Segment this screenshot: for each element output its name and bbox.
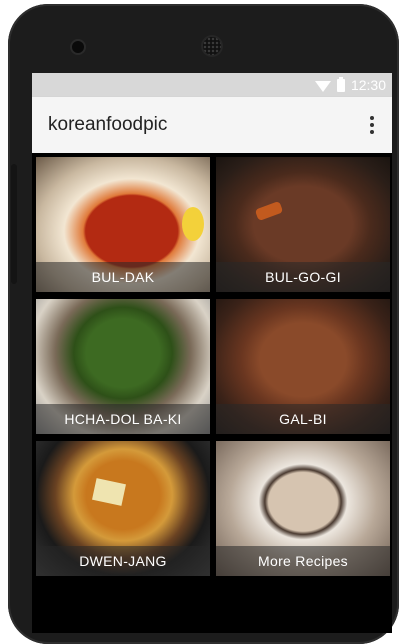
wifi-icon bbox=[314, 80, 331, 92]
tile-gal-bi[interactable]: GAL-BI bbox=[216, 299, 390, 434]
app-title: koreanfoodpic bbox=[48, 114, 168, 135]
tile-bul-go-gi[interactable]: BUL-GO-GI bbox=[216, 157, 390, 292]
tile-more-recipes[interactable]: More Recipes bbox=[216, 441, 390, 576]
tile-label: GAL-BI bbox=[216, 404, 390, 434]
recipe-grid: BUL-DAK BUL-GO-GI HCHA-DOL BA-KI GAL-BI … bbox=[32, 153, 392, 576]
tile-label: More Recipes bbox=[216, 546, 390, 576]
side-button bbox=[11, 164, 17, 284]
tile-label: DWEN-JANG bbox=[36, 546, 210, 576]
front-camera bbox=[72, 41, 84, 53]
tile-label: HCHA-DOL BA-KI bbox=[36, 404, 210, 434]
earpiece-speaker bbox=[203, 37, 221, 55]
screen: 12:30 koreanfoodpic BUL-DAK BUL-GO-GI HC… bbox=[32, 73, 392, 633]
status-time: 12:30 bbox=[350, 77, 386, 93]
tile-hcha-dol-ba-ki[interactable]: HCHA-DOL BA-KI bbox=[36, 299, 210, 434]
lemon-garnish bbox=[182, 207, 204, 241]
battery-icon bbox=[336, 76, 345, 92]
phone-frame: 12:30 koreanfoodpic BUL-DAK BUL-GO-GI HC… bbox=[8, 4, 399, 644]
status-bar: 12:30 bbox=[32, 73, 392, 97]
tile-label: BUL-DAK bbox=[36, 262, 210, 292]
tile-bul-dak[interactable]: BUL-DAK bbox=[36, 157, 210, 292]
tile-dwen-jang[interactable]: DWEN-JANG bbox=[36, 441, 210, 576]
carrot-garnish bbox=[254, 200, 284, 222]
tofu-piece bbox=[92, 478, 126, 506]
app-bar: koreanfoodpic bbox=[32, 97, 392, 153]
tile-label: BUL-GO-GI bbox=[216, 262, 390, 292]
more-vert-icon[interactable] bbox=[366, 110, 378, 140]
